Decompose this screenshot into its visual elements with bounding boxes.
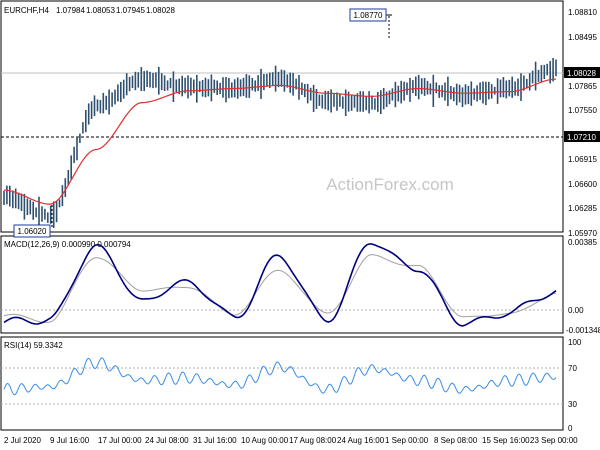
x-tick: 17 Aug 08:00 — [289, 436, 337, 445]
ohlc-high: 1.08053 — [86, 6, 115, 15]
watermark: ActionForex.com — [326, 175, 454, 194]
macd-label: MACD(12,26,9) 0.000990 0.000794 — [4, 240, 131, 249]
price-tick: 1.08495 — [568, 33, 597, 42]
low-annotation-label: 1.06020 — [18, 227, 47, 236]
x-tick: 15 Sep 16:00 — [482, 436, 530, 445]
ohlc-close: 1.08028 — [146, 6, 175, 15]
x-tick: 10 Aug 00:00 — [241, 436, 289, 445]
price-tick: 1.08810 — [568, 8, 597, 17]
price-tick: 1.06285 — [568, 204, 597, 213]
symbol-label: EURCHF,H4 — [4, 6, 49, 15]
x-tick: 24 Aug 16:00 — [337, 436, 385, 445]
macd-tick-top: 0.00385 — [568, 238, 597, 247]
x-tick: 1 Sep 00:00 — [385, 436, 429, 445]
rsi-tick-100: 100 — [568, 338, 582, 347]
rsi-label: RSI(14) 59.3342 — [4, 341, 63, 350]
rsi-tick-70: 70 — [568, 364, 577, 373]
price-tick: 1.07550 — [568, 106, 597, 115]
price-y-axis: 1.08810 1.08495 1.07865 1.07550 1.06915 … — [568, 8, 597, 238]
x-tick: 8 Sep 08:00 — [434, 436, 478, 445]
support-price-badge-text: 1.07210 — [567, 133, 596, 142]
x-axis: 2 Jul 2020 9 Jul 16:00 17 Jul 00:00 24 J… — [4, 436, 578, 445]
x-tick: 24 Jul 08:00 — [145, 436, 189, 445]
price-tick: 1.05970 — [568, 229, 597, 238]
ohlc-open: 1.07984 — [56, 6, 85, 15]
x-tick: 9 Jul 16:00 — [50, 436, 90, 445]
price-tick: 1.06600 — [568, 180, 597, 189]
ohlc-low: 1.07945 — [116, 6, 145, 15]
price-tick: 1.07865 — [568, 82, 597, 91]
x-tick: 17 Jul 00:00 — [98, 436, 142, 445]
x-tick: 2 Jul 2020 — [4, 436, 41, 445]
macd-tick-bottom: -0.001348 — [566, 326, 600, 335]
price-tick: 1.06915 — [568, 155, 597, 164]
x-tick: 31 Jul 16:00 — [193, 436, 237, 445]
forex-chart[interactable]: EURCHF,H4 1.07984 1.08053 1.07945 1.0802… — [0, 0, 600, 450]
rsi-panel — [0, 336, 564, 431]
x-tick: 23 Sep 00:00 — [530, 436, 578, 445]
macd-tick-zero: 0.00 — [568, 306, 584, 315]
rsi-tick-30: 30 — [568, 400, 577, 409]
high-annotation-label: 1.08770 — [354, 11, 383, 20]
current-price-badge-text: 1.08028 — [567, 69, 596, 78]
rsi-tick-0: 0 — [568, 424, 573, 433]
